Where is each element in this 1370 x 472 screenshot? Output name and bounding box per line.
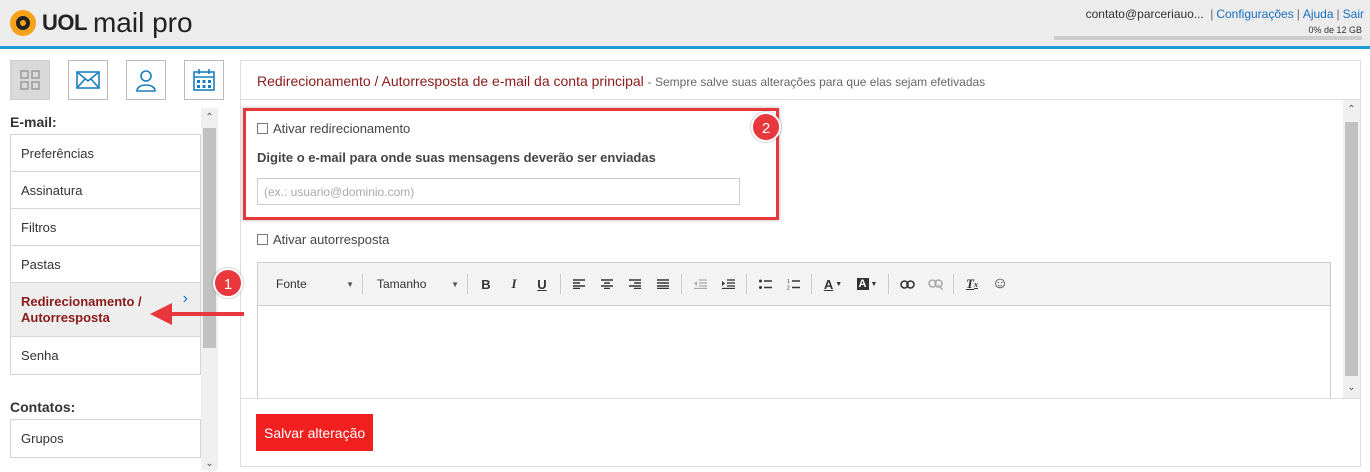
- bold-icon[interactable]: B: [472, 272, 500, 296]
- sidebar-scroll-thumb[interactable]: [203, 128, 216, 348]
- menu-item-pastas[interactable]: Pastas: [11, 246, 200, 283]
- background-color-icon[interactable]: A ▼: [850, 272, 884, 296]
- align-center-icon[interactable]: [593, 272, 621, 296]
- quota-text: 0% de 12 GB: [1308, 25, 1362, 35]
- person-icon: [136, 70, 156, 92]
- product-name: mail pro: [92, 7, 193, 38]
- uol-logo[interactable]: UOL mail pro: [10, 7, 193, 39]
- mail-app-button[interactable]: [68, 60, 108, 100]
- outdent-icon[interactable]: [686, 272, 714, 296]
- autoreply-editor: Fonte ▼ Tamanho ▼ B I U 12 A ▼ A ▼ T x ☺: [257, 262, 1331, 398]
- indent-icon[interactable]: [714, 272, 742, 296]
- annotation-highlight-box: [243, 108, 779, 220]
- editor-toolbar: Fonte ▼ Tamanho ▼ B I U 12 A ▼ A ▼ T x ☺: [258, 263, 1330, 306]
- email-settings-menu: Preferências Assinatura Filtros Pastas R…: [10, 134, 201, 375]
- grid-icon: [20, 70, 40, 90]
- toolbar-separator: [811, 274, 812, 294]
- menu-item-label: Redirecionamento / Autorresposta: [21, 293, 142, 325]
- calendar-app-button[interactable]: [184, 60, 224, 100]
- panel-scroll-thumb[interactable]: [1345, 122, 1358, 376]
- align-right-icon[interactable]: [621, 272, 649, 296]
- autoreply-checkbox[interactable]: [257, 234, 268, 245]
- panel-header: Redirecionamento / Autorresposta de e-ma…: [241, 61, 1360, 100]
- apps-grid-button[interactable]: [10, 60, 50, 100]
- chevron-right-icon: ›: [182, 290, 188, 307]
- dropdown-caret-icon: ▼: [346, 279, 354, 289]
- menu-item-label: Filtros: [21, 219, 57, 235]
- user-email: contato@parceriauo...: [1085, 7, 1204, 21]
- top-header: UOL mail pro contato@parceriauo... | Conf…: [0, 0, 1370, 46]
- panel-title: Redirecionamento / Autorresposta de e-ma…: [257, 73, 644, 89]
- menu-item-label: Preferências: [21, 145, 94, 161]
- svg-text:1: 1: [787, 279, 790, 285]
- bullet-list-icon[interactable]: [751, 272, 779, 296]
- help-link[interactable]: Ajuda: [1303, 7, 1334, 21]
- menu-item-preferencias[interactable]: Preferências: [11, 135, 200, 172]
- size-select-label: Tamanho: [377, 277, 427, 291]
- panel-note: - Sempre salve suas alterações para que …: [647, 75, 986, 89]
- panel-body: Ativar redirecionamento Digite o e-mail …: [241, 100, 1343, 398]
- toolbar-separator: [467, 274, 468, 294]
- dropdown-caret-icon: ▼: [451, 279, 459, 289]
- unlink-icon[interactable]: [921, 272, 949, 296]
- app-switcher: [10, 60, 224, 100]
- settings-link[interactable]: Configurações: [1216, 7, 1293, 21]
- annotation-badge-2: 2: [751, 112, 781, 142]
- menu-item-label: Senha: [21, 348, 59, 363]
- email-section-heading: E-mail:: [10, 114, 57, 130]
- menu-item-grupos[interactable]: Grupos: [11, 420, 200, 457]
- italic-icon[interactable]: I: [500, 272, 528, 296]
- scroll-down-icon[interactable]: ⌄: [1343, 380, 1360, 396]
- menu-item-assinatura[interactable]: Assinatura: [11, 172, 200, 209]
- font-select[interactable]: Fonte ▼: [266, 272, 358, 296]
- toolbar-separator: [560, 274, 561, 294]
- toolbar-separator: [953, 274, 954, 294]
- contacts-settings-menu: Grupos: [10, 419, 201, 458]
- text-color-icon[interactable]: A ▼: [816, 272, 850, 296]
- align-justify-icon[interactable]: [649, 272, 677, 296]
- menu-item-label: Pastas: [21, 256, 61, 272]
- size-select[interactable]: Tamanho ▼: [367, 272, 463, 296]
- underline-icon[interactable]: U: [528, 272, 556, 296]
- numbered-list-icon[interactable]: 12: [779, 272, 807, 296]
- quota-bar: [1054, 36, 1362, 40]
- scroll-up-icon[interactable]: ⌃: [1343, 102, 1360, 118]
- align-left-icon[interactable]: [565, 272, 593, 296]
- clear-formatting-icon[interactable]: Tx: [958, 272, 986, 296]
- header-divider: [0, 46, 1370, 49]
- toolbar-separator: [362, 274, 363, 294]
- logout-link[interactable]: Sair: [1343, 7, 1364, 21]
- autoreply-checkbox-label: Ativar autorresposta: [273, 232, 390, 247]
- menu-item-label: Grupos: [21, 431, 64, 446]
- menu-item-filtros[interactable]: Filtros: [11, 209, 200, 246]
- save-button[interactable]: Salvar alteração: [256, 414, 374, 451]
- settings-panel: Redirecionamento / Autorresposta de e-ma…: [240, 60, 1361, 467]
- autoreply-checkbox-row[interactable]: Ativar autorresposta: [257, 232, 389, 247]
- toolbar-separator: [888, 274, 889, 294]
- scroll-up-icon[interactable]: ⌃: [201, 110, 218, 126]
- annotation-badge-1: 1: [213, 268, 243, 298]
- user-menu: contato@parceriauo... | Configurações | Aju…: [1085, 7, 1364, 21]
- contacts-section-heading: Contatos:: [10, 399, 76, 415]
- menu-item-redirecionamento[interactable]: Redirecionamento / Autorresposta ›: [11, 283, 200, 337]
- panel-scrollbar[interactable]: ⌃ ⌄: [1343, 100, 1360, 398]
- settings-sidebar: E-mail: Preferências Assinatura Filtros …: [10, 108, 220, 470]
- save-bar: Salvar alteração: [241, 398, 1360, 466]
- uol-logo-icon: [10, 10, 36, 36]
- toolbar-separator: [681, 274, 682, 294]
- link-icon[interactable]: [893, 272, 921, 296]
- emoji-icon[interactable]: ☺: [986, 272, 1014, 296]
- menu-item-label: Assinatura: [21, 182, 83, 198]
- calendar-icon: [193, 69, 215, 91]
- font-select-label: Fonte: [276, 277, 307, 291]
- menu-item-senha[interactable]: Senha: [11, 337, 200, 374]
- svg-text:2: 2: [787, 286, 790, 291]
- envelope-icon: [76, 71, 100, 89]
- contacts-app-button[interactable]: [126, 60, 166, 100]
- brand-name: UOL: [42, 10, 87, 35]
- toolbar-separator: [746, 274, 747, 294]
